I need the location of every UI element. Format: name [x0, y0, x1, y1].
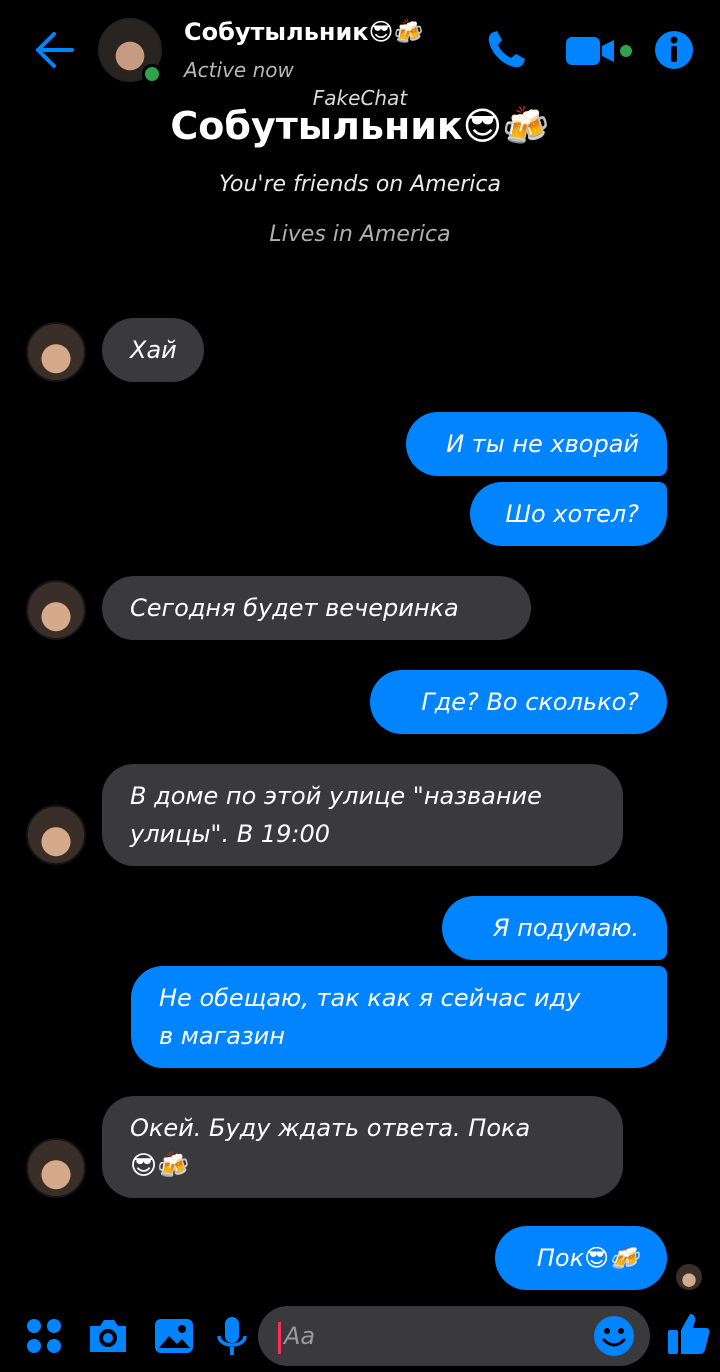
contact-name[interactable]: Собутыльник😎🍻	[184, 18, 423, 46]
message-bubble-incoming[interactable]: Сегодня будет вечеринка	[102, 576, 531, 640]
message-text: Я подумаю.	[492, 914, 639, 942]
sender-avatar[interactable]	[26, 322, 86, 382]
video-camera-icon[interactable]	[562, 34, 636, 68]
seen-receipt-avatar	[676, 1264, 702, 1290]
profile-name: Собутыльник😎🍻	[170, 104, 550, 148]
message-bubble-incoming[interactable]: В доме по этой улице "название улицы". В…	[102, 764, 623, 866]
message-emoji-line: 😎🍻	[130, 1151, 190, 1181]
message-text: И ты не хворай	[446, 430, 639, 458]
sender-avatar[interactable]	[26, 805, 86, 865]
active-status: Active now	[184, 58, 294, 82]
gallery-icon[interactable]	[152, 1314, 196, 1358]
online-status-dot	[142, 64, 162, 84]
info-icon[interactable]	[654, 30, 694, 70]
message-text: Сегодня будет вечеринка	[130, 594, 459, 622]
message-bubble-outgoing[interactable]: Пок😎🍻	[495, 1226, 667, 1290]
thumbs-up-icon[interactable]	[664, 1310, 712, 1358]
message-text-line: Не обещаю, так как я сейчас иду	[159, 984, 581, 1012]
emoji-icon[interactable]	[592, 1314, 636, 1358]
message-text-line: улицы". В 19:00	[130, 820, 330, 848]
message-input-placeholder: Aa	[284, 1322, 316, 1350]
camera-icon[interactable]	[86, 1314, 130, 1358]
sender-avatar[interactable]	[26, 1138, 86, 1198]
friends-line: You're friends on America	[219, 172, 501, 197]
text-cursor	[278, 1322, 281, 1354]
back-arrow-icon[interactable]	[32, 30, 76, 70]
message-bubble-outgoing[interactable]: И ты не хворай	[406, 412, 667, 476]
message-text-line: в магазин	[159, 1022, 285, 1050]
message-text: Хай	[130, 336, 177, 364]
message-text-line: В доме по этой улице "название	[130, 782, 542, 810]
message-bubble-outgoing[interactable]: Я подумаю.	[442, 896, 667, 960]
apps-grid-icon[interactable]	[22, 1314, 66, 1358]
message-bubble-incoming[interactable]: Окей. Буду ждать ответа. Пока 😎🍻	[102, 1096, 623, 1198]
lives-line: Lives in America	[269, 222, 451, 247]
microphone-icon[interactable]	[210, 1314, 254, 1358]
message-bubble-incoming[interactable]: Хай	[102, 318, 204, 382]
message-text-line: Окей. Буду ждать ответа. Пока	[130, 1114, 531, 1142]
message-bubble-outgoing[interactable]: Где? Во сколько?	[370, 670, 667, 734]
message-text: Где? Во сколько?	[421, 688, 639, 716]
message-text: Пок😎🍻	[536, 1244, 639, 1272]
sender-avatar[interactable]	[26, 580, 86, 640]
message-bubble-outgoing[interactable]: Не обещаю, так как я сейчас иду в магази…	[131, 966, 667, 1068]
phone-icon[interactable]	[484, 28, 528, 72]
message-text: Шо хотел?	[505, 500, 639, 528]
message-bubble-outgoing[interactable]: Шо хотел?	[470, 482, 667, 546]
